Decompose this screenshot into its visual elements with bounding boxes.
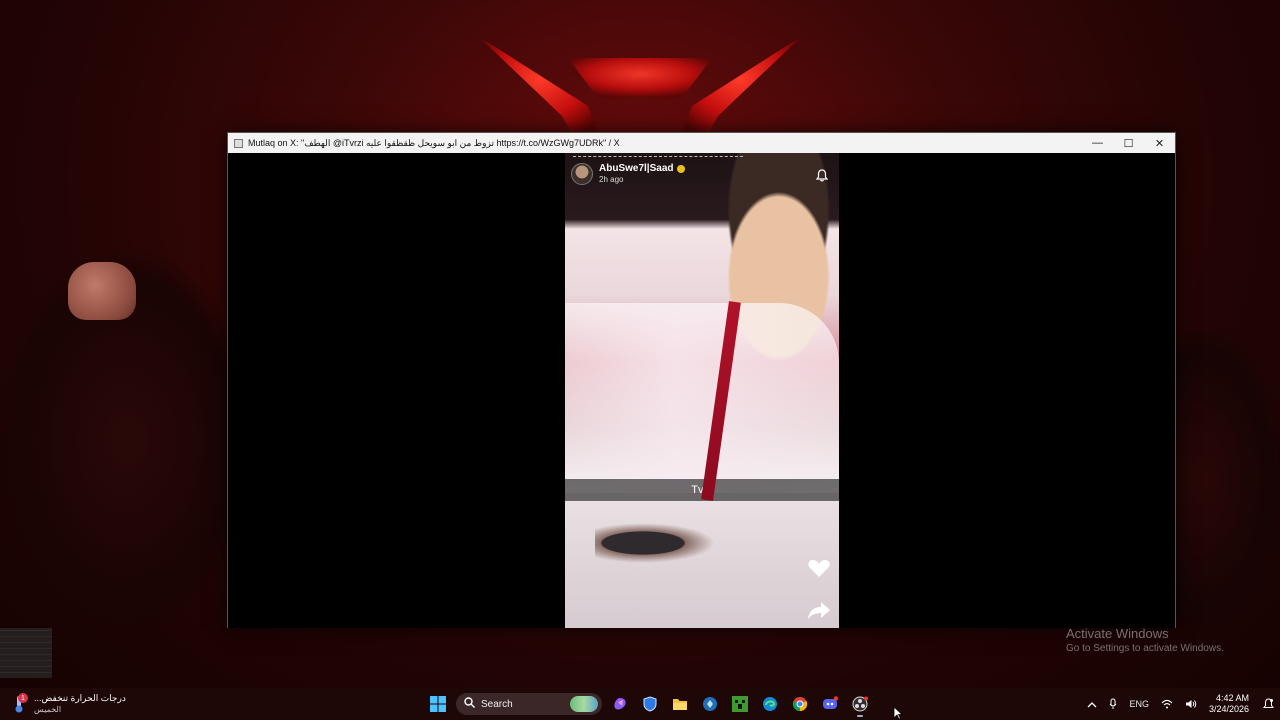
story-hands [595,523,715,563]
weather-widget[interactable]: 1 درجات الحرارة تنخفض... الخميس [12,691,126,717]
wallpaper-square [0,628,52,678]
window-title: Mutlaq on X: "الهطف @iTvrzi تزوط من ابو … [248,137,620,148]
taskbar-apps: Search [423,690,875,718]
weather-text: درجات الحرارة تنخفض... الخميس [34,693,126,715]
maximize-button[interactable]: ☐ [1113,133,1144,153]
taskbar: 1 درجات الحرارة تنخفض... الخميس Search E… [0,688,1280,720]
weather-badge: 1 [18,693,28,703]
avatar[interactable] [571,163,593,185]
windows-start-icon[interactable] [425,691,451,717]
chevron-up-icon[interactable] [1087,701,1097,708]
clock-time: 4:42 AM [1215,693,1249,703]
notification-bell-icon[interactable] [1263,698,1274,710]
wallpaper-fist [68,262,136,320]
search-highlight-art [570,696,598,712]
widgets-icon[interactable] [697,691,723,717]
story-username: AbuSwe7l|Saad [599,163,674,174]
chrome-icon[interactable] [787,691,813,717]
story-caption: Tvrz [565,479,839,501]
wifi-icon[interactable] [1161,699,1173,709]
clock-date: 3/24/2026 [1208,704,1249,714]
window-content: AbuSwe7l|Saad 2h ago Tvrz [228,153,1175,628]
story-time: 2h ago [599,175,624,184]
wallpaper-logo [470,28,810,148]
weather-line2: الخميس [34,705,62,714]
wallpaper-figure-right [1170,330,1280,630]
search-placeholder: Search [481,698,513,710]
clock[interactable]: 4:42 AM 3/24/2026 [1209,693,1249,715]
volume-icon[interactable] [1185,699,1197,709]
copilot-icon[interactable] [607,691,633,717]
activate-subtitle: Go to Settings to activate Windows. [1066,643,1224,654]
language-indicator[interactable]: ENG [1129,699,1149,709]
taskbar-search[interactable]: Search [456,693,602,715]
story-meta: AbuSwe7l|Saad 2h ago [599,163,685,185]
minecraft-icon[interactable] [727,691,753,717]
window-titlebar[interactable]: Mutlaq on X: "الهطف @iTvrzi تزوط من ابو … [228,133,1175,153]
browser-window[interactable]: Mutlaq on X: "الهطف @iTvrzi تزوط من ابو … [227,132,1176,628]
active-app-indicator [857,715,863,717]
story-progress-bar [573,156,743,157]
activate-title: Activate Windows [1066,626,1169,641]
app-icon [234,138,243,148]
discord-icon[interactable] [817,691,843,717]
shield-icon[interactable] [637,691,663,717]
system-tray: ENG 4:42 AM 3/24/2026 [1081,688,1280,720]
activate-windows-watermark: Activate Windows Go to Settings to activ… [1066,626,1224,654]
mouse-cursor [893,706,904,720]
weather-line1: درجات الحرارة تنخفض... [34,693,126,703]
verified-icon [676,164,685,173]
heart-icon[interactable] [807,557,831,579]
search-icon [464,695,475,713]
close-button[interactable]: ✕ [1144,133,1175,153]
obs-icon[interactable] [847,691,873,717]
minimize-button[interactable]: — [1082,133,1113,153]
thermometer-icon: 1 [12,693,28,713]
file-explorer-icon[interactable] [667,691,693,717]
story-username-row[interactable]: AbuSwe7l|Saad [599,163,685,174]
edge-icon[interactable] [757,691,783,717]
story-header: AbuSwe7l|Saad 2h ago [571,160,833,188]
share-icon[interactable] [807,599,831,621]
story-media[interactable]: AbuSwe7l|Saad 2h ago Tvrz [565,153,839,628]
microphone-icon[interactable] [1109,698,1117,710]
bell-icon[interactable] [813,166,831,184]
